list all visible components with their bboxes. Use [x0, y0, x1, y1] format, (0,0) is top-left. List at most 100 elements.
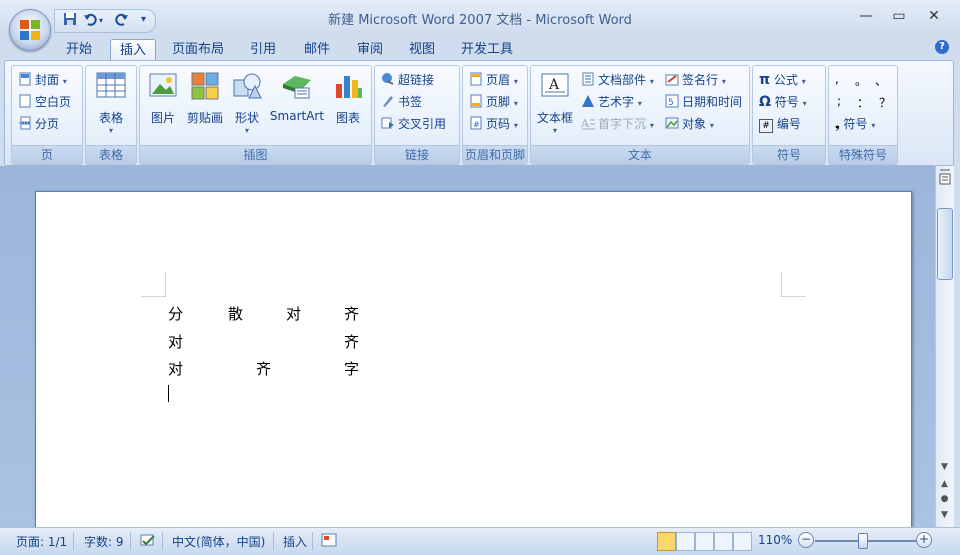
browse-object-icon[interactable]: ● [938, 494, 951, 504]
help-icon[interactable]: ? [935, 40, 949, 54]
language-indicator[interactable]: 中文(简体，中国) [172, 533, 265, 550]
numbering-icon: # [759, 119, 773, 133]
tab-developer[interactable]: 开发工具 [454, 39, 520, 60]
ruler-toggle-icon[interactable] [938, 168, 951, 191]
tab-home[interactable]: 开始 [58, 39, 100, 60]
signature-line-icon [665, 74, 679, 86]
object-button[interactable]: 对象 ▾ [665, 115, 714, 132]
crop-mark-left [141, 272, 166, 297]
page-count[interactable]: 页面: 1/1 [16, 533, 67, 550]
group-label-special-symbols: 特殊符号 [829, 145, 897, 164]
insert-mode-indicator[interactable]: 插入 [283, 533, 307, 550]
full-screen-reading-view-icon[interactable] [676, 532, 695, 551]
scroll-down-arrow-icon[interactable]: ▼ [938, 462, 951, 472]
chevron-down-icon: ▾ [871, 121, 876, 130]
blank-page-button[interactable]: 空白页 [18, 93, 71, 110]
print-layout-view-icon[interactable] [657, 532, 676, 551]
close-button[interactable]: ✕ [919, 8, 949, 24]
smartart-icon [283, 76, 311, 99]
numbering-button[interactable]: # 编号 [759, 115, 801, 133]
drop-cap-icon: A [581, 117, 595, 130]
special-comma[interactable]: , [835, 72, 839, 86]
crop-mark-right [781, 272, 806, 297]
special-semicolon[interactable]: ; [837, 94, 841, 108]
group-label-page: 页 [12, 145, 82, 164]
wordart-button[interactable]: 艺术字 ▾ [581, 93, 642, 110]
scroll-thumb[interactable] [937, 208, 953, 280]
chevron-down-icon: ▾ [108, 126, 113, 135]
group-table: 表格 ▾ 表格 [85, 65, 137, 165]
tab-insert[interactable]: 插入 [110, 39, 156, 61]
drop-cap-button[interactable]: A 首字下沉 ▾ [581, 115, 654, 132]
smartart-button[interactable]: SmartArt [266, 70, 328, 123]
group-text: A 文本框 ▾ 文档部件 ▾ 艺术字 ▾ A 首字下沉 ▾ 签名行 ▾ 5 日期和时… [530, 65, 750, 165]
chevron-down-icon: ▾ [244, 126, 249, 135]
clip-art-icon [191, 72, 219, 100]
special-enum-comma[interactable]: 、 [875, 72, 887, 89]
tab-references[interactable]: 引用 [240, 39, 286, 60]
vertical-scrollbar[interactable]: ▼ ▲ ● ▼ [935, 166, 954, 527]
macro-record-icon[interactable] [321, 533, 337, 550]
page-number-button[interactable]: # 页码 ▾ [469, 115, 518, 132]
bookmark-button[interactable]: 书签 [381, 93, 422, 110]
special-colon[interactable]: ： [857, 94, 869, 111]
chevron-down-icon: ▾ [513, 99, 518, 108]
restore-button[interactable]: ▭ [884, 8, 914, 24]
document-area: 分 散 对 齐 对 齐 对 齐 字 [0, 166, 935, 533]
shapes-icon [233, 73, 262, 99]
outline-view-icon[interactable] [714, 532, 733, 551]
special-symbol-button[interactable]: ❟ 符号 ▾ [835, 115, 875, 132]
zoom-in-button[interactable]: + [916, 532, 932, 548]
chart-button[interactable]: 图表 [330, 70, 366, 126]
picture-button[interactable]: 图片 [144, 70, 182, 126]
chevron-down-icon: ▾ [649, 77, 654, 86]
zoom-level[interactable]: 110% [758, 533, 792, 547]
document-page[interactable]: 分 散 对 齐 对 齐 对 齐 字 [35, 191, 912, 533]
group-label-text: 文本 [531, 145, 749, 164]
tab-review[interactable]: 审阅 [347, 39, 393, 60]
office-button[interactable] [9, 9, 51, 51]
symbol-button[interactable]: Ω 符号 ▾ [759, 93, 807, 110]
page-break-button[interactable]: 分页 [18, 115, 59, 132]
chevron-down-icon: ▾ [709, 121, 714, 130]
shapes-button[interactable]: 形状 ▾ [230, 70, 264, 135]
special-question[interactable]: ？ [879, 94, 891, 111]
footer-icon [470, 94, 482, 108]
table-button[interactable]: 表格 ▾ [90, 70, 132, 135]
date-time-button[interactable]: 5 日期和时间 [665, 93, 742, 110]
cover-page-button[interactable]: 封面 ▾ [18, 71, 67, 88]
tab-mailings[interactable]: 邮件 [294, 39, 340, 60]
date-time-icon: 5 [665, 94, 679, 108]
equation-button[interactable]: π 公式 ▾ [759, 71, 806, 88]
spelling-check-icon[interactable] [139, 533, 157, 552]
chevron-down-icon: ▾ [649, 121, 654, 130]
hyperlink-button[interactable]: 超链接 [381, 71, 434, 88]
special-period[interactable]: 。 [855, 72, 867, 89]
group-label-header-footer: 页眉和页脚 [463, 145, 527, 164]
text-line-3: 对 齐 字 [168, 360, 360, 378]
next-page-icon[interactable]: ▼ [938, 510, 951, 520]
chevron-down-icon: ▾ [62, 77, 67, 86]
cross-reference-button[interactable]: 交叉引用 [381, 115, 446, 132]
clip-art-button[interactable]: 剪贴画 [184, 70, 226, 126]
group-symbols: π 公式 ▾ Ω 符号 ▾ # 编号 符号 [752, 65, 826, 165]
zoom-out-button[interactable]: − [798, 532, 814, 548]
header-button[interactable]: 页眉 ▾ [469, 71, 518, 88]
title-bar: ▾ ▾ 新建 Microsoft Word 2007 文档 - Microsof… [0, 0, 960, 36]
quick-parts-button[interactable]: 文档部件 ▾ [581, 71, 654, 88]
svg-text:A: A [581, 117, 590, 130]
previous-page-icon[interactable]: ▲ [938, 479, 951, 489]
page-number-icon: # [470, 116, 482, 130]
web-layout-view-icon[interactable] [695, 532, 714, 551]
zoom-slider-knob[interactable] [858, 533, 868, 549]
text-box-button[interactable]: A 文本框 ▾ [533, 70, 577, 135]
chevron-down-icon: ▾ [513, 77, 518, 86]
footer-button[interactable]: 页脚 ▾ [469, 93, 518, 110]
signature-line-button[interactable]: 签名行 ▾ [665, 71, 726, 88]
draft-view-icon[interactable] [733, 532, 752, 551]
minimize-button[interactable]: — [851, 8, 881, 24]
hyperlink-icon [382, 73, 394, 85]
word-count[interactable]: 字数: 9 [84, 533, 124, 550]
tab-page-layout[interactable]: 页面布局 [166, 39, 230, 60]
tab-view[interactable]: 视图 [399, 39, 445, 60]
